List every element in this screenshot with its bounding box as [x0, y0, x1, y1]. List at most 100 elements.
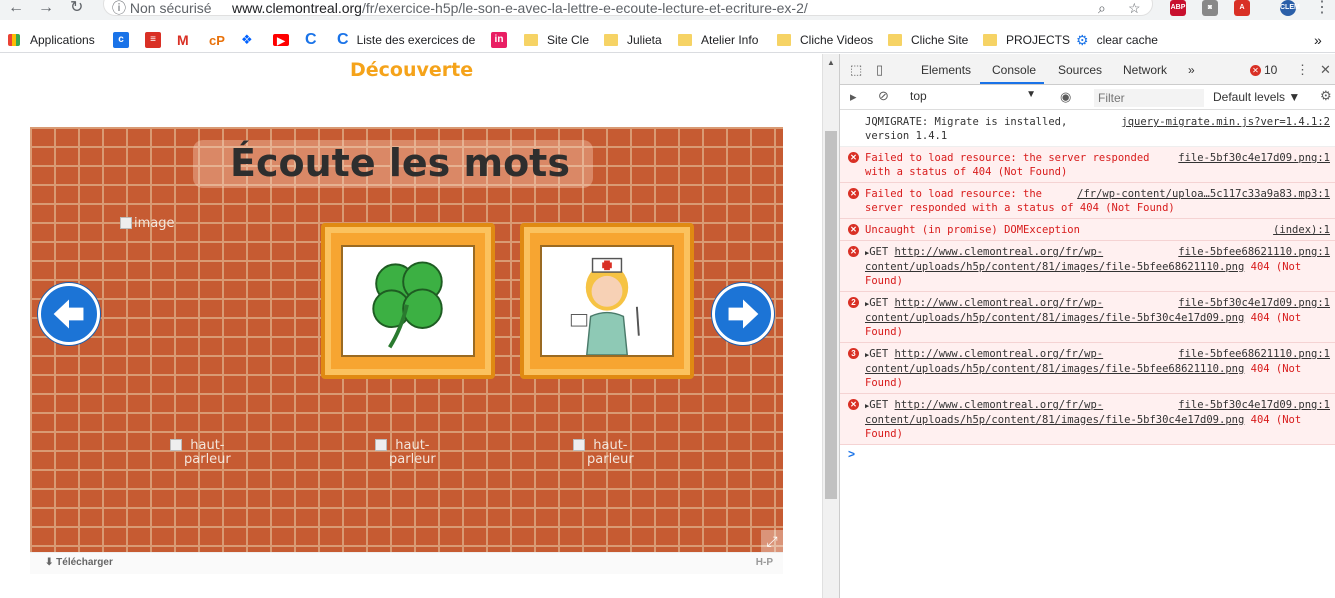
- url-path: /fr/exercice-h5p/le-son-e-avec-la-lettre…: [361, 0, 808, 16]
- security-label: Non sécurisé: [129, 0, 212, 16]
- message-source-link[interactable]: file-5bf30c4e17d09.png:1: [1178, 151, 1330, 165]
- devtools-menu-icon[interactable]: ⋮: [1296, 62, 1309, 78]
- message-text: Failed to load resource: the server resp…: [865, 152, 1150, 178]
- broken-image: image: [120, 217, 175, 231]
- device-toolbar-icon[interactable]: ▯: [876, 62, 883, 78]
- console-filter-input[interactable]: [1094, 89, 1204, 107]
- fullscreen-icon[interactable]: ⤢: [761, 530, 783, 552]
- cp-icon[interactable]: cP: [209, 32, 225, 48]
- next-arrow-button[interactable]: [712, 283, 774, 345]
- apps-grid-icon: [8, 34, 20, 46]
- folder-icon: [777, 34, 791, 46]
- bookmark-apps[interactable]: Applications: [8, 32, 95, 48]
- dropbox-icon[interactable]: ❖: [241, 32, 253, 48]
- c-bookmark-icon[interactable]: c: [113, 32, 129, 48]
- console-prompt[interactable]: >: [840, 445, 1335, 461]
- acrobat-extension-icon[interactable]: A: [1234, 0, 1250, 16]
- sidebar-toggle-icon[interactable]: ▸: [850, 89, 857, 105]
- scroll-up-arrow-icon[interactable]: ▲: [827, 58, 835, 67]
- message-text: Uncaught (in promise) DOMException: [865, 224, 1080, 236]
- speaker-broken-image-1[interactable]: haut-parleur: [170, 439, 231, 467]
- folder-icon: [524, 34, 538, 46]
- bookmarks-overflow-icon[interactable]: »: [1314, 32, 1322, 48]
- bookmark-liste-exercices[interactable]: C Liste des exercices de: [337, 31, 476, 48]
- section-title: Découverte: [350, 59, 474, 81]
- back-icon[interactable]: ←: [8, 0, 24, 16]
- nurse-picture-frame[interactable]: [520, 223, 694, 379]
- clover-image: [341, 245, 475, 357]
- invision-icon[interactable]: in: [491, 32, 507, 48]
- bookmark-label: Liste des exercices de: [356, 33, 476, 47]
- message-source-link[interactable]: /fr/wp-content/uploa…5c117c33a9a83.mp3:1: [1077, 187, 1330, 201]
- bookmark-atelier-info[interactable]: Atelier Info: [678, 32, 758, 48]
- error-icon: ✕: [1250, 64, 1261, 76]
- profile-avatar-icon[interactable]: CLEM: [1280, 0, 1300, 16]
- message-source-link[interactable]: jquery-migrate.min.js?ver=1.4.1:2: [1121, 115, 1330, 129]
- speaker-broken-image-3[interactable]: haut-parleur: [573, 439, 634, 467]
- more-tabs-icon[interactable]: »: [1188, 63, 1195, 77]
- bookmark-site-cle[interactable]: Site Cle: [524, 32, 589, 48]
- error-counter[interactable]: ✕ 10: [1250, 63, 1277, 77]
- security-indicator[interactable]: ⓘ Non sécurisé: [112, 0, 212, 16]
- message-source-link[interactable]: file-5bf30c4e17d09.png:1: [1178, 296, 1330, 310]
- broken-image-icon: [170, 439, 182, 451]
- youtube-icon[interactable]: ▶: [273, 34, 289, 47]
- h5p-game-area: Écoute les mots image haut-parleur haut-…: [30, 127, 783, 552]
- c-blue-icon[interactable]: C: [305, 31, 317, 48]
- tab-console[interactable]: Console: [992, 63, 1036, 77]
- gear-icon: ⚙: [1076, 31, 1089, 48]
- console-settings-gear-icon[interactable]: ⚙: [1320, 88, 1332, 104]
- abp-extension-icon[interactable]: ABP: [1170, 0, 1186, 16]
- chrome-menu-icon[interactable]: ⋮: [1314, 0, 1330, 16]
- url-host: www.clemontreal.org: [232, 0, 362, 16]
- bookmark-star-icon[interactable]: ☆: [1128, 0, 1141, 16]
- camera-extension-icon[interactable]: ◙: [1202, 0, 1218, 16]
- console-message-error: ✕ file-5bf30c4e17d09.png:1 Failed to loa…: [840, 147, 1335, 183]
- context-selector[interactable]: top ▼: [910, 89, 1040, 106]
- bookmark-cliche-videos[interactable]: Cliche Videos: [777, 32, 873, 48]
- message-source-link[interactable]: file-5bfee68621110.png:1: [1178, 347, 1330, 361]
- clover-picture-frame[interactable]: [321, 223, 495, 379]
- speaker-broken-image-2[interactable]: haut-parleur: [375, 439, 436, 467]
- bookmark-clear-cache[interactable]: ⚙ clear cache: [1076, 32, 1158, 48]
- previous-arrow-button[interactable]: [38, 283, 100, 345]
- console-message-get-error[interactable]: ✕ file-5bf30c4e17d09.png:1 ▶GET http://w…: [840, 394, 1335, 445]
- stack-bookmark-icon[interactable]: ≡: [145, 32, 161, 48]
- tab-network[interactable]: Network: [1123, 63, 1167, 77]
- arrow-right-icon: [728, 299, 759, 329]
- download-button[interactable]: ⬇ Télécharger: [45, 557, 113, 568]
- console-filter-bar: ▸ ⊘ top ▼ ◉ Default levels ▼ ⚙: [840, 85, 1335, 110]
- error-icon: ✕: [848, 224, 859, 235]
- clear-console-icon[interactable]: ⊘: [878, 88, 889, 104]
- reload-icon[interactable]: ↻: [70, 0, 83, 16]
- bookmark-label: Site Cle: [547, 33, 590, 47]
- tab-sources[interactable]: Sources: [1058, 63, 1102, 77]
- live-expression-eye-icon[interactable]: ◉: [1060, 89, 1071, 105]
- repeat-count-badge: 2: [848, 297, 859, 308]
- close-devtools-icon[interactable]: ✕: [1320, 62, 1331, 78]
- bookmark-julieta[interactable]: Julieta: [604, 32, 662, 48]
- message-source-link[interactable]: file-5bf30c4e17d09.png:1: [1178, 398, 1330, 412]
- gmail-icon[interactable]: M: [177, 32, 189, 48]
- console-message-get-error[interactable]: ✕ file-5bfee68621110.png:1 ▶GET http://w…: [840, 241, 1335, 292]
- download-icon: ⬇: [45, 557, 57, 568]
- page-scrollbar[interactable]: ▲: [822, 54, 839, 598]
- zoom-icon[interactable]: ⌕: [1098, 0, 1106, 16]
- scrollbar-thumb[interactable]: [825, 131, 837, 499]
- log-levels-dropdown[interactable]: Default levels ▼: [1213, 90, 1300, 104]
- console-message-get-error[interactable]: 3 file-5bfee68621110.png:1 ▶GET http://w…: [840, 343, 1335, 394]
- message-source-link[interactable]: file-5bfee68621110.png:1: [1178, 245, 1330, 259]
- bookmark-cliche-site[interactable]: Cliche Site: [888, 32, 968, 48]
- speaker-alt-text: haut-parleur: [389, 438, 436, 467]
- inspect-element-icon[interactable]: ⬚: [850, 62, 862, 78]
- bookmark-projects[interactable]: PROJECTS: [983, 32, 1070, 48]
- page-content: Découverte Écoute les mots image haut-pa…: [0, 54, 822, 598]
- message-text: JQMIGRATE: Migrate is installed, version…: [865, 116, 1068, 142]
- message-source-link[interactable]: (index):1: [1273, 223, 1330, 237]
- forward-icon[interactable]: →: [38, 0, 54, 16]
- console-message-get-error[interactable]: 2 file-5bf30c4e17d09.png:1 ▶GET http://w…: [840, 292, 1335, 343]
- url-text[interactable]: www.clemontreal.org/fr/exercice-h5p/le-s…: [232, 0, 808, 16]
- tab-elements[interactable]: Elements: [921, 63, 971, 77]
- h5p-logo[interactable]: H-P: [756, 557, 773, 568]
- speaker-alt-text: haut-parleur: [184, 438, 231, 467]
